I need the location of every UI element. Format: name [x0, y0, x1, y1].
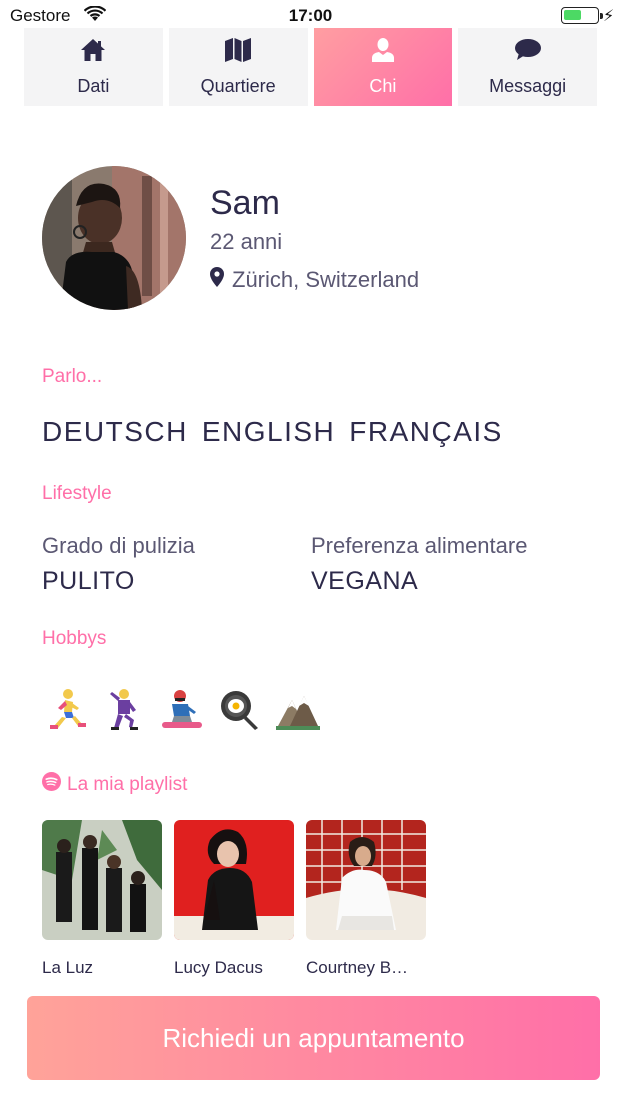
diet-block: Preferenza alimentare VEGANA — [311, 533, 527, 596]
languages-label: Parlo... — [42, 366, 103, 387]
profile-location: Zürich, Switzerland — [210, 267, 419, 293]
language-item: DEUTSCH — [42, 416, 188, 447]
spotify-icon — [42, 772, 61, 797]
location-text: Zürich, Switzerland — [232, 267, 420, 292]
mountains-icon — [274, 686, 322, 734]
location-pin-icon — [210, 267, 224, 293]
charging-icon: ⚡ — [603, 8, 615, 25]
tab-label: Messaggi — [489, 76, 567, 96]
request-appointment-button[interactable]: Richiedi un appuntamento — [27, 996, 600, 1080]
album-list: La Luz Lucy Dacus Courtney B… — [42, 820, 426, 978]
tab-messaggi[interactable]: Messaggi — [458, 28, 597, 106]
language-item: FRANÇAIS — [349, 416, 503, 447]
diet-value: VEGANA — [311, 567, 419, 595]
album-item[interactable]: La Luz — [42, 820, 162, 978]
profile-name: Sam — [210, 184, 280, 222]
tab-chi[interactable]: Chi — [313, 28, 453, 106]
lifestyle-label: Lifestyle — [42, 483, 112, 504]
tab-label: Chi — [369, 76, 397, 96]
clock: 17:00 — [288, 6, 333, 25]
album-item[interactable]: Lucy Dacus — [174, 820, 294, 978]
tab-quartiere[interactable]: Quartiere — [168, 28, 308, 106]
album-name: Courtney B… — [306, 958, 409, 977]
album-name: La Luz — [42, 958, 94, 977]
person-icon — [371, 36, 395, 64]
status-bar: Gestore 17:00 ⚡ — [0, 0, 621, 30]
cooking-icon — [216, 686, 264, 734]
album-cover — [42, 820, 162, 940]
avatar — [42, 166, 186, 310]
album-cover — [306, 820, 426, 940]
album-cover — [174, 820, 294, 940]
snowboarding-icon — [158, 686, 206, 734]
playlist-title: La mia playlist — [67, 773, 188, 795]
map-icon — [224, 36, 252, 64]
home-icon — [80, 36, 106, 64]
playlist-label: La mia playlist — [42, 772, 187, 797]
languages-list: DEUTSCH ENGLISH FRANÇAIS — [42, 416, 503, 448]
hobbies-list — [42, 686, 322, 734]
diet-title: Preferenza alimentare — [311, 533, 528, 558]
tab-dati[interactable]: Dati — [24, 28, 163, 106]
cleanliness-value: PULITO — [42, 567, 135, 595]
cleanliness-block: Grado di pulizia PULITO — [42, 533, 195, 596]
hobbies-label: Hobbys — [42, 628, 107, 649]
dancing-icon — [100, 686, 148, 734]
cleanliness-title: Grado di pulizia — [42, 533, 195, 558]
top-tab-bar: Dati Quartiere Chi Messaggi — [24, 28, 597, 106]
album-item[interactable]: Courtney B… — [306, 820, 426, 978]
battery-level — [564, 10, 582, 20]
tab-label: Quartiere — [200, 76, 276, 96]
chat-bubble-icon — [514, 36, 542, 64]
profile-age: 22 anni — [210, 229, 283, 254]
language-item: ENGLISH — [201, 416, 336, 447]
running-icon — [42, 686, 90, 734]
tab-label: Dati — [77, 76, 110, 96]
album-name: Lucy Dacus — [174, 958, 263, 977]
battery-icon — [561, 7, 603, 24]
